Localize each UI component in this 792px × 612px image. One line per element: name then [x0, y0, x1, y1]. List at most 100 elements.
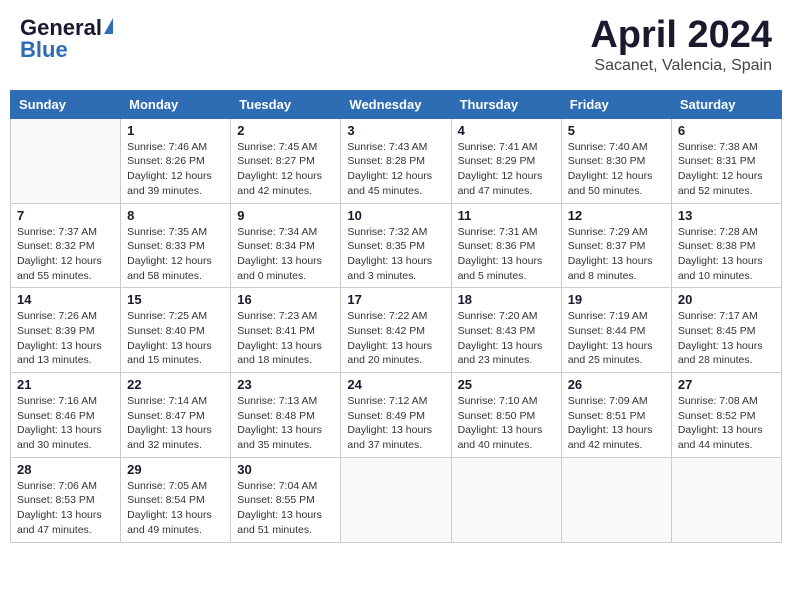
day-info: Sunrise: 7:35 AMSunset: 8:33 PMDaylight:…: [127, 225, 224, 284]
day-info: Sunrise: 7:13 AMSunset: 8:48 PMDaylight:…: [237, 394, 334, 453]
day-number: 15: [127, 292, 224, 307]
day-info: Sunrise: 7:04 AMSunset: 8:55 PMDaylight:…: [237, 479, 334, 538]
column-header-sunday: Sunday: [11, 90, 121, 118]
calendar-cell: 16 Sunrise: 7:23 AMSunset: 8:41 PMDayligh…: [231, 288, 341, 373]
day-info: Sunrise: 7:23 AMSunset: 8:41 PMDaylight:…: [237, 309, 334, 368]
day-number: 29: [127, 462, 224, 477]
day-number: 16: [237, 292, 334, 307]
day-info: Sunrise: 7:05 AMSunset: 8:54 PMDaylight:…: [127, 479, 224, 538]
calendar-cell: 17Sunrise: 7:22 AMSunset: 8:42 PMDayligh…: [341, 288, 451, 373]
calendar-cell: 30 Sunrise: 7:04 AMSunset: 8:55 PMDayligh…: [231, 457, 341, 542]
day-info: Sunrise: 7:09 AMSunset: 8:51 PMDaylight:…: [568, 394, 665, 453]
title-area: April 2024 Sacanet, Valencia, Spain: [590, 15, 772, 75]
calendar-week-row: 21Sunrise: 7:16 AMSunset: 8:46 PMDayligh…: [11, 373, 782, 458]
day-info: Sunrise: 7:06 AMSunset: 8:53 PMDaylight:…: [17, 479, 114, 538]
day-info: Sunrise: 7:25 AMSunset: 8:40 PMDaylight:…: [127, 309, 224, 368]
day-number: 27: [678, 377, 775, 392]
day-info: Sunrise: 7:22 AMSunset: 8:42 PMDaylight:…: [347, 309, 444, 368]
column-header-wednesday: Wednesday: [341, 90, 451, 118]
day-info: Sunrise: 7:26 AMSunset: 8:39 PMDaylight:…: [17, 309, 114, 368]
day-info: Sunrise: 7:12 AMSunset: 8:49 PMDaylight:…: [347, 394, 444, 453]
day-number: 10: [347, 208, 444, 223]
day-number: 21: [17, 377, 114, 392]
day-info: Sunrise: 7:40 AMSunset: 8:30 PMDaylight:…: [568, 140, 665, 199]
calendar-header-row: SundayMondayTuesdayWednesdayThursdayFrid…: [11, 90, 782, 118]
day-number: 7: [17, 208, 114, 223]
day-number: 26: [568, 377, 665, 392]
calendar-cell: [451, 457, 561, 542]
day-info: Sunrise: 7:38 AMSunset: 8:31 PMDaylight:…: [678, 140, 775, 199]
day-info: Sunrise: 7:43 AMSunset: 8:28 PMDaylight:…: [347, 140, 444, 199]
day-number: 24: [347, 377, 444, 392]
calendar-cell: 13 Sunrise: 7:28 AMSunset: 8:38 PMDayligh…: [671, 203, 781, 288]
calendar-cell: 27 Sunrise: 7:08 AMSunset: 8:52 PMDayligh…: [671, 373, 781, 458]
calendar-cell: 3 Sunrise: 7:43 AMSunset: 8:28 PMDaylight…: [341, 118, 451, 203]
day-number: 13: [678, 208, 775, 223]
day-number: 14: [17, 292, 114, 307]
day-info: Sunrise: 7:29 AMSunset: 8:37 PMDaylight:…: [568, 225, 665, 284]
day-number: 9: [237, 208, 334, 223]
calendar-cell: 5 Sunrise: 7:40 AMSunset: 8:30 PMDaylight…: [561, 118, 671, 203]
calendar-cell: 21Sunrise: 7:16 AMSunset: 8:46 PMDayligh…: [11, 373, 121, 458]
calendar-cell: 20 Sunrise: 7:17 AMSunset: 8:45 PMDayligh…: [671, 288, 781, 373]
day-info: Sunrise: 7:41 AMSunset: 8:29 PMDaylight:…: [458, 140, 555, 199]
day-number: 11: [458, 208, 555, 223]
calendar-cell: 26 Sunrise: 7:09 AMSunset: 8:51 PMDayligh…: [561, 373, 671, 458]
day-number: 6: [678, 123, 775, 138]
calendar-cell: 4 Sunrise: 7:41 AMSunset: 8:29 PMDaylight…: [451, 118, 561, 203]
calendar-week-row: 28 Sunrise: 7:06 AMSunset: 8:53 PMDayligh…: [11, 457, 782, 542]
calendar-cell: 9 Sunrise: 7:34 AMSunset: 8:34 PMDaylight…: [231, 203, 341, 288]
day-number: 23: [237, 377, 334, 392]
calendar-cell: 7Sunrise: 7:37 AMSunset: 8:32 PMDaylight…: [11, 203, 121, 288]
calendar-cell: 8Sunrise: 7:35 AMSunset: 8:33 PMDaylight…: [121, 203, 231, 288]
calendar-week-row: 1 Sunrise: 7:46 AMSunset: 8:26 PMDaylight…: [11, 118, 782, 203]
calendar-cell: [561, 457, 671, 542]
day-number: 20: [678, 292, 775, 307]
calendar-cell: [11, 118, 121, 203]
day-number: 2: [237, 123, 334, 138]
day-number: 22: [127, 377, 224, 392]
day-info: Sunrise: 7:31 AMSunset: 8:36 PMDaylight:…: [458, 225, 555, 284]
day-number: 30: [237, 462, 334, 477]
logo: General Blue: [20, 15, 113, 63]
calendar-cell: 29 Sunrise: 7:05 AMSunset: 8:54 PMDayligh…: [121, 457, 231, 542]
page-header: General Blue April 2024 Sacanet, Valenci…: [10, 10, 782, 80]
calendar-cell: 23 Sunrise: 7:13 AMSunset: 8:48 PMDayligh…: [231, 373, 341, 458]
calendar-cell: 24 Sunrise: 7:12 AMSunset: 8:49 PMDayligh…: [341, 373, 451, 458]
calendar-cell: 14 Sunrise: 7:26 AMSunset: 8:39 PMDayligh…: [11, 288, 121, 373]
logo-blue-text: Blue: [20, 37, 68, 63]
day-number: 4: [458, 123, 555, 138]
column-header-tuesday: Tuesday: [231, 90, 341, 118]
column-header-saturday: Saturday: [671, 90, 781, 118]
day-info: Sunrise: 7:20 AMSunset: 8:43 PMDaylight:…: [458, 309, 555, 368]
day-number: 1: [127, 123, 224, 138]
day-info: Sunrise: 7:32 AMSunset: 8:35 PMDaylight:…: [347, 225, 444, 284]
month-title: April 2024: [590, 15, 772, 57]
calendar-cell: 19 Sunrise: 7:19 AMSunset: 8:44 PMDayligh…: [561, 288, 671, 373]
calendar-cell: [341, 457, 451, 542]
calendar-week-row: 14 Sunrise: 7:26 AMSunset: 8:39 PMDayligh…: [11, 288, 782, 373]
calendar-cell: 10 Sunrise: 7:32 AMSunset: 8:35 PMDayligh…: [341, 203, 451, 288]
column-header-thursday: Thursday: [451, 90, 561, 118]
day-number: 19: [568, 292, 665, 307]
day-info: Sunrise: 7:45 AMSunset: 8:27 PMDaylight:…: [237, 140, 334, 199]
calendar-cell: 12Sunrise: 7:29 AMSunset: 8:37 PMDayligh…: [561, 203, 671, 288]
column-header-monday: Monday: [121, 90, 231, 118]
day-number: 25: [458, 377, 555, 392]
day-info: Sunrise: 7:28 AMSunset: 8:38 PMDaylight:…: [678, 225, 775, 284]
day-info: Sunrise: 7:10 AMSunset: 8:50 PMDaylight:…: [458, 394, 555, 453]
day-info: Sunrise: 7:14 AMSunset: 8:47 PMDaylight:…: [127, 394, 224, 453]
day-info: Sunrise: 7:08 AMSunset: 8:52 PMDaylight:…: [678, 394, 775, 453]
calendar-cell: 22 Sunrise: 7:14 AMSunset: 8:47 PMDayligh…: [121, 373, 231, 458]
calendar-table: SundayMondayTuesdayWednesdayThursdayFrid…: [10, 90, 782, 543]
day-info: Sunrise: 7:46 AMSunset: 8:26 PMDaylight:…: [127, 140, 224, 199]
day-info: Sunrise: 7:19 AMSunset: 8:44 PMDaylight:…: [568, 309, 665, 368]
day-number: 5: [568, 123, 665, 138]
day-info: Sunrise: 7:34 AMSunset: 8:34 PMDaylight:…: [237, 225, 334, 284]
calendar-cell: 6 Sunrise: 7:38 AMSunset: 8:31 PMDaylight…: [671, 118, 781, 203]
location-text: Sacanet, Valencia, Spain: [590, 57, 772, 75]
day-info: Sunrise: 7:17 AMSunset: 8:45 PMDaylight:…: [678, 309, 775, 368]
day-number: 28: [17, 462, 114, 477]
calendar-cell: 11 Sunrise: 7:31 AMSunset: 8:36 PMDayligh…: [451, 203, 561, 288]
day-number: 3: [347, 123, 444, 138]
